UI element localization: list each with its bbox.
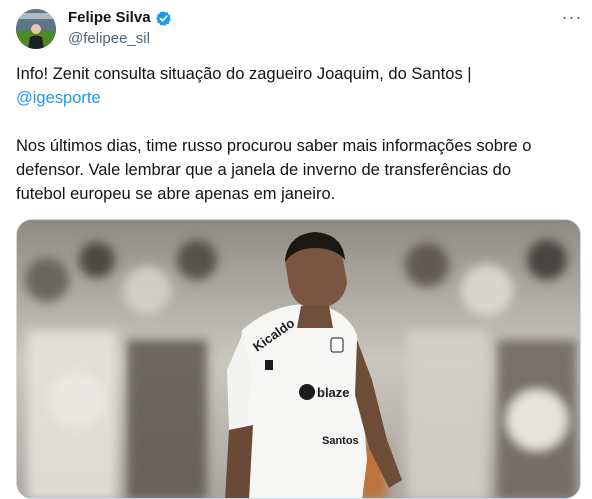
tweet-line-1: Info! Zenit consulta situação do zagueir… bbox=[16, 65, 472, 83]
verified-badge-icon bbox=[155, 10, 172, 27]
tweet-text: Info! Zenit consulta situação do zagueir… bbox=[16, 62, 576, 206]
chest-text: blaze bbox=[317, 385, 350, 400]
author-name-row: Felipe Silva bbox=[68, 9, 172, 27]
tweet-paragraph-2-line-3: futebol europeu se abre apenas em janeir… bbox=[16, 185, 336, 203]
author-display-name[interactable]: Felipe Silva bbox=[68, 9, 151, 27]
tweet-paragraph-2-line-2: defensor. Vale lembrar que a janela de i… bbox=[16, 161, 512, 179]
author-handle[interactable]: @felipee_sil bbox=[68, 30, 150, 48]
mention-link[interactable]: @igesporte bbox=[16, 89, 101, 107]
tweet-photo[interactable]: Kicaldo blaze Santos bbox=[16, 219, 581, 499]
more-options-icon[interactable]: ··· bbox=[561, 8, 583, 26]
photo-player-icon: Kicaldo blaze Santos bbox=[17, 220, 580, 498]
tweet: Felipe Silva @felipee_sil ··· Info! Zeni… bbox=[0, 0, 592, 499]
brand-text: Santos bbox=[322, 435, 359, 447]
author-avatar[interactable] bbox=[16, 9, 56, 49]
tweet-paragraph-2-line-1: Nos últimos dias, time russo procurou sa… bbox=[16, 137, 532, 155]
